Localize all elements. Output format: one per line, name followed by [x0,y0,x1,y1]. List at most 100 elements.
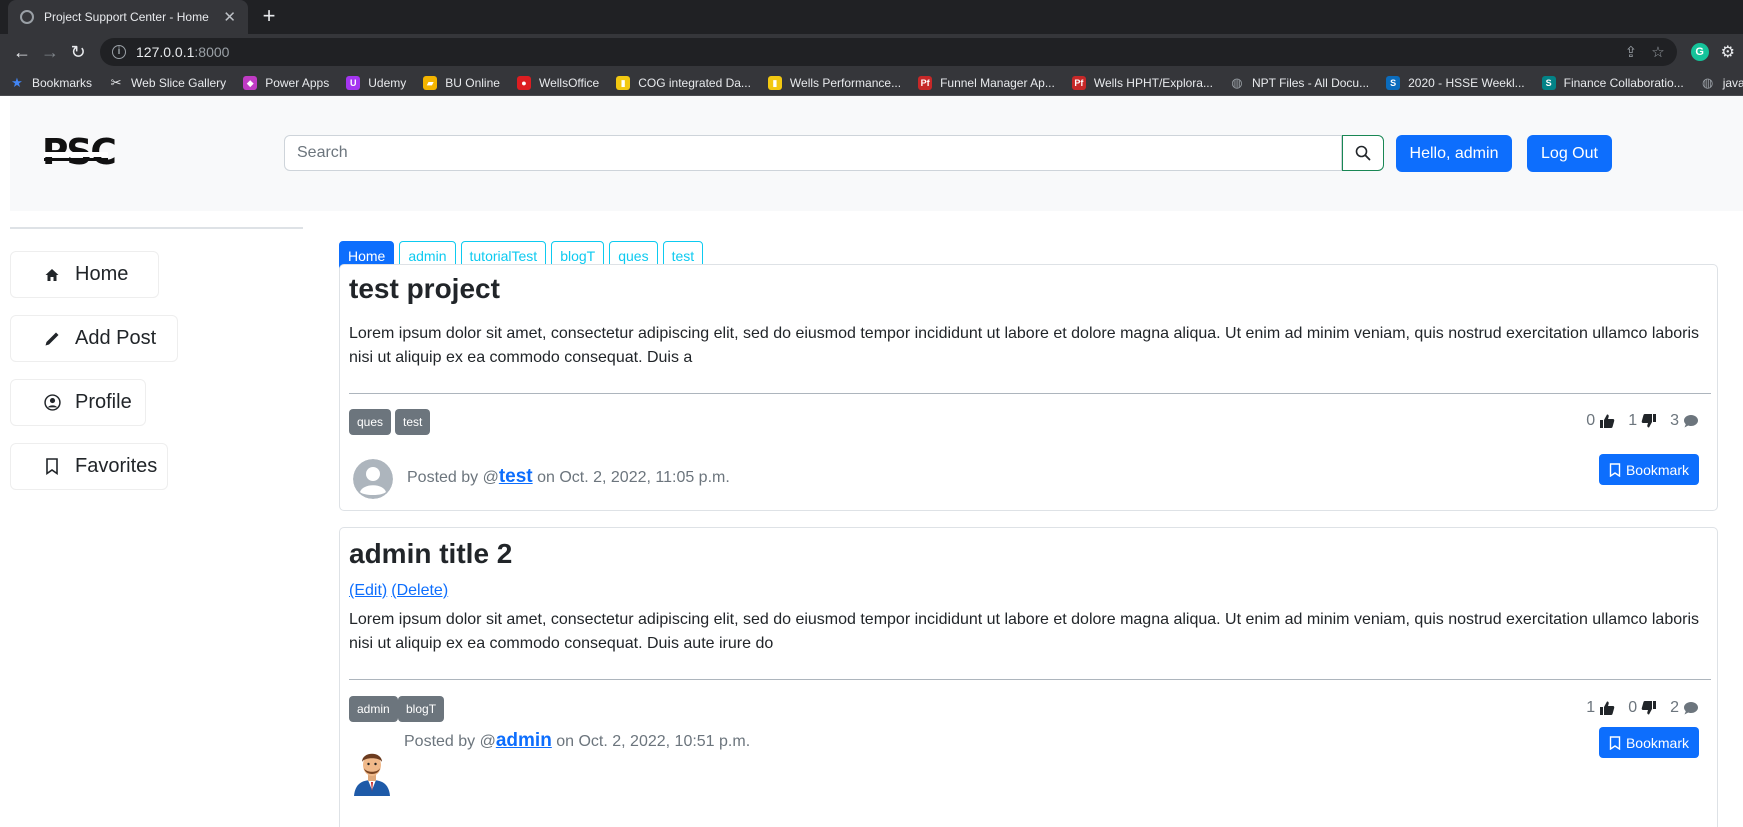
posted-by: Posted by @test on Oct. 2, 2022, 11:05 p… [407,466,730,487]
close-icon[interactable]: ✕ [223,8,236,26]
bookmark-item[interactable]: S 2020 - HSSE Weekl... [1386,75,1525,90]
reload-icon[interactable]: ↻ [64,42,92,63]
share-icon[interactable]: ⇪ [1625,43,1638,61]
bookmark-label: NPT Files - All Docu... [1251,75,1370,90]
bookmarks-bar: ★ Bookmarks ✂ Web Slice Gallery ◆ Power Apps U… [0,70,1743,96]
bookmark-item[interactable]: ✂ Web Slice Gallery [109,74,227,90]
bookmark-item[interactable]: Pf Funnel Manager Ap... [918,75,1055,90]
star-icon[interactable]: ☆ [1651,43,1664,61]
post-title[interactable]: test project [349,273,500,305]
bu-online-icon: ▰ [423,75,438,90]
info-icon[interactable]: i [112,45,126,59]
bookmark-item[interactable]: ◍ javascript [1701,75,1743,90]
like-count[interactable]: 1 [1586,699,1615,717]
posted-by: Posted by @admin on Oct. 2, 2022, 10:51 … [404,730,751,751]
powerbi-icon: ▮ [616,75,631,90]
post-tag-badge[interactable]: admin [349,696,398,722]
bookmark-item[interactable]: ● WellsOffice [516,75,600,90]
sidebar-item-favorites[interactable]: Favorites [10,443,168,490]
pf-icon: Pf [918,75,933,90]
author-link[interactable]: admin [496,730,552,751]
sidebar-item-home[interactable]: Home [10,251,159,298]
powerbi-icon: ▮ [767,75,782,90]
globe-icon: ◍ [1231,74,1243,90]
hello-user-button[interactable]: Hello, admin [1396,135,1512,172]
search-input[interactable] [284,135,1342,171]
post-divider [349,679,1711,680]
power-apps-icon: ◆ [243,75,258,90]
post-stats: 1 0 2 [1573,699,1699,717]
bookmark-item[interactable]: ▮ COG integrated Da... [616,75,751,90]
bookmark-label: Udemy [368,75,407,90]
sidebar-item-label: Add Post [75,327,157,349]
address-bar[interactable]: i 127.0.0.1 :8000 ⇪ ☆ [100,38,1677,66]
bookmark-item[interactable]: ▰ BU Online [423,75,500,90]
web-slice-icon: ✂ [110,74,122,90]
bookmark-item[interactable]: ▮ Wells Performance... [767,75,902,90]
bookmark-label: Wells Performance... [789,75,902,90]
bookmark-item[interactable]: S Finance Collaboratio... [1541,75,1684,90]
udemy-icon: U [346,75,361,90]
post-stats: 0 1 3 [1573,412,1699,430]
star-icon: ★ [11,74,23,90]
like-count[interactable]: 0 [1586,412,1615,430]
bookmark-label: 2020 - HSSE Weekl... [1408,75,1525,90]
bookmark-item[interactable]: U Udemy [346,75,407,90]
shell-icon: ● [516,75,531,90]
dislike-count[interactable]: 1 [1628,412,1657,430]
thumbs-up-icon [1600,414,1615,428]
url-port: :8000 [194,44,230,60]
post-tag-badge[interactable]: test [395,409,431,435]
pf-icon: Pf [1071,75,1086,90]
bookmark-label: WellsOffice [538,75,600,90]
bookmark-item[interactable]: ◍ NPT Files - All Docu... [1230,74,1370,90]
sidebar-item-label: Home [75,263,129,285]
bookmark-label: Web Slice Gallery [131,75,227,90]
bookmark-item[interactable]: Pf Wells HPHT/Explora... [1071,75,1213,90]
comment-icon [1684,415,1698,428]
page: PSC Hello, admin Log Out Home Add Post P… [0,96,1743,827]
bookmark-button[interactable]: Bookmark [1598,727,1699,758]
forward-arrow-icon[interactable]: → [36,42,64,63]
post-tag-badge[interactable]: blogT [398,696,445,722]
edit-link[interactable]: (Edit) [349,582,387,599]
post-title[interactable]: admin title 2 [349,538,512,570]
sidebar-item-profile[interactable]: Profile [10,379,146,426]
bookmark-icon [43,458,61,476]
bookmark-icon [1609,735,1621,750]
bookmark-item[interactable]: ◆ Power Apps [243,75,329,90]
bookmark-item[interactable]: ★ Bookmarks [10,74,92,90]
sidebar-item-add-post[interactable]: Add Post [10,315,178,362]
avatar[interactable] [353,459,393,499]
back-arrow-icon[interactable]: ← [8,42,36,63]
bookmark-label: Finance Collaboratio... [1563,75,1684,90]
extension-gear-icon[interactable]: ⚙ [1721,42,1735,62]
bookmark-label: COG integrated Da... [638,75,751,90]
new-tab-button[interactable]: + [256,4,282,30]
tab-title: Project Support Center - Home [44,10,209,24]
comment-count[interactable]: 3 [1670,412,1699,430]
thumbs-down-icon [1641,701,1657,715]
browser-tab[interactable]: Project Support Center - Home ✕ [8,0,248,34]
post-body: Lorem ipsum dolor sit amet, consectetur … [349,611,1700,652]
search-icon [1355,145,1371,161]
search-button[interactable] [1342,135,1384,171]
bookmark-label: Funnel Manager Ap... [940,75,1055,90]
post-divider [349,393,1711,394]
logout-button[interactable]: Log Out [1527,135,1612,172]
author-link[interactable]: test [499,466,533,487]
bookmark-icon [1609,462,1621,477]
dislike-count[interactable]: 0 [1628,699,1657,717]
grammarly-extension-icon[interactable]: G [1690,43,1709,61]
post-card: admin title 2 (Edit) (Delete) Lorem ipsum… [339,527,1718,827]
avatar[interactable] [350,746,394,796]
bookmark-button[interactable]: Bookmark [1598,454,1699,485]
delete-link[interactable]: (Delete) [391,582,448,599]
bookmark-label: BU Online [445,75,500,90]
post-tag-badge[interactable]: ques [349,409,392,435]
post-body: Lorem ipsum dolor sit amet, consectetur … [349,325,1700,366]
comment-icon [1684,702,1698,715]
site-logo[interactable]: PSC [42,134,117,172]
browser-toolbar: ← → ↻ i 127.0.0.1 :8000 ⇪ ☆ G ⚙ [0,34,1743,70]
comment-count[interactable]: 2 [1670,699,1699,717]
